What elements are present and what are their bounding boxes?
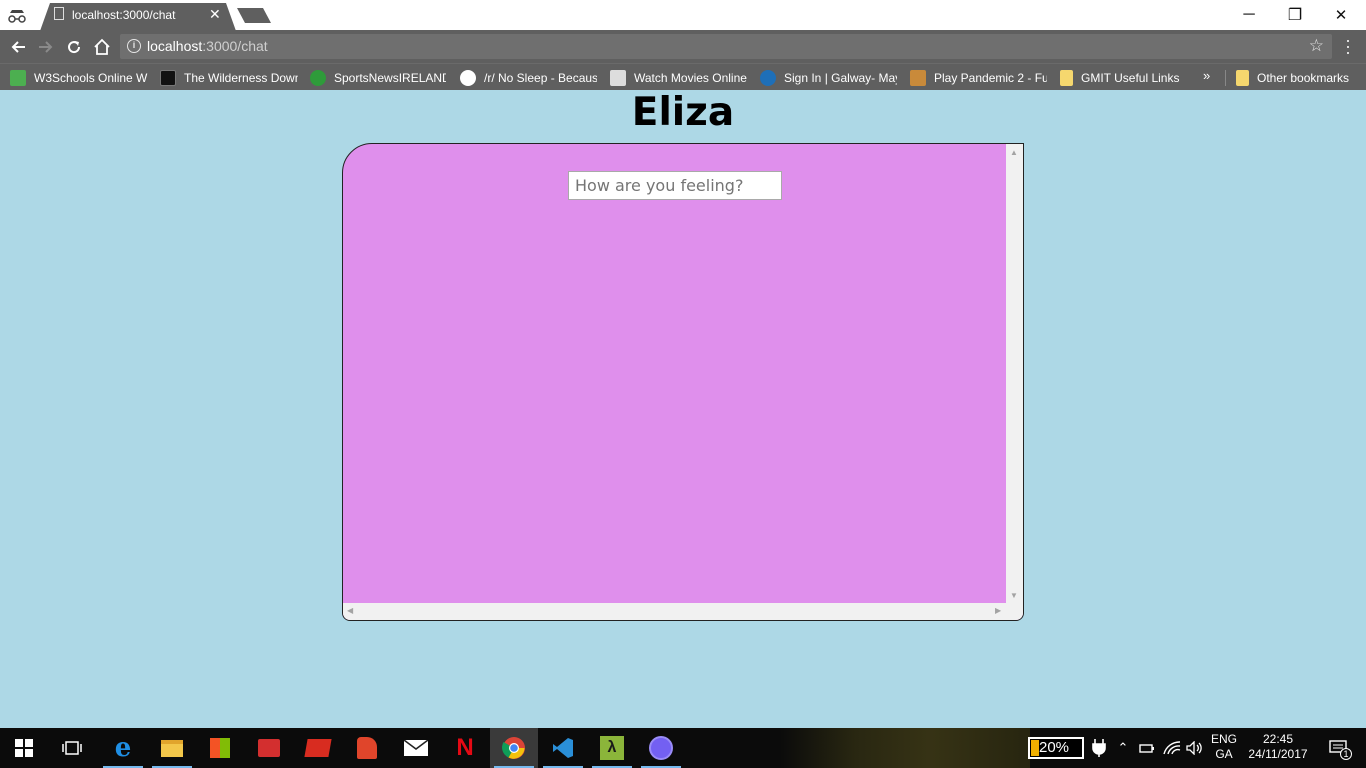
sportsnews-icon: [310, 70, 326, 86]
viber-icon: [649, 736, 673, 760]
redis-icon: [304, 739, 332, 757]
scroll-down-icon[interactable]: ▼: [1010, 591, 1018, 600]
reddit-icon: [460, 70, 476, 86]
minimize-button[interactable]: ─: [1226, 0, 1272, 30]
vertical-scrollbar[interactable]: ▲ ▼: [1006, 144, 1023, 604]
start-button[interactable]: [0, 728, 48, 768]
power-plug-icon[interactable]: [1088, 728, 1110, 768]
scroll-right-icon[interactable]: ▶: [995, 606, 1001, 615]
back-arrow-icon: [11, 41, 25, 53]
reload-icon: [68, 41, 81, 54]
tab-title: localhost:3000/chat: [72, 8, 176, 22]
bookmark-w3schools[interactable]: W3Schools Online W: [10, 69, 150, 87]
page-favicon-icon: [54, 7, 64, 20]
horizontal-scrollbar[interactable]: ◀ ▶: [343, 603, 1023, 620]
other-bookmarks-folder[interactable]: Other bookmarks: [1236, 69, 1358, 87]
forward-arrow-icon: [39, 41, 53, 53]
task-view-icon: [62, 741, 82, 755]
bookmark-nosleep[interactable]: /r/ No Sleep - Becaus: [460, 69, 597, 87]
page-title: Eliza: [631, 90, 735, 135]
home-icon: [94, 38, 110, 55]
back-button[interactable]: [5, 34, 31, 60]
bookmark-pandemic[interactable]: Play Pandemic 2 - Fu: [910, 69, 1047, 87]
app-taskbar-item[interactable]: [343, 728, 391, 768]
store-taskbar-item[interactable]: [196, 728, 244, 768]
notification-count: 1: [1340, 748, 1352, 760]
lambda-app-icon: λ: [600, 736, 624, 760]
tab-close-icon[interactable]: ✕: [209, 6, 221, 22]
lambda-app-taskbar-item[interactable]: λ: [588, 728, 636, 768]
start-icon: [15, 739, 33, 757]
mail-icon: [404, 740, 428, 756]
bookmark-wilderness[interactable]: The Wilderness Down: [160, 69, 298, 87]
pandemic-icon: [910, 70, 926, 86]
address-bar[interactable]: i localhost:3000/chat ☆: [120, 34, 1332, 59]
tab-strip: localhost:3000/chat ✕ ─ ❐ ✕: [0, 0, 1366, 31]
folder-icon: [1236, 70, 1249, 86]
action-center-button[interactable]: 1: [1318, 728, 1358, 768]
folder-icon: [1060, 70, 1073, 86]
bookmarks-divider: [1225, 70, 1226, 86]
incognito-icon: [6, 6, 28, 24]
viber-taskbar-item[interactable]: [637, 728, 685, 768]
netflix-taskbar-item[interactable]: N: [441, 728, 489, 768]
bookmarks-bar: W3Schools Online W The Wilderness Down S…: [0, 63, 1366, 90]
tv-icon: [610, 70, 626, 86]
mail-taskbar-item[interactable]: [392, 728, 440, 768]
reader-icon: [258, 739, 280, 757]
file-explorer-icon: [161, 739, 183, 757]
home-button[interactable]: [89, 34, 115, 60]
battery-indicator[interactable]: 20%: [1028, 737, 1084, 759]
url-text[interactable]: localhost:3000/chat: [147, 38, 268, 54]
w3schools-icon: [10, 70, 26, 86]
netflix-icon: N: [456, 734, 474, 761]
wilderness-icon: [160, 70, 176, 86]
chrome-taskbar-item[interactable]: [490, 728, 538, 768]
clock[interactable]: 22:45 24/11/2017: [1244, 732, 1312, 762]
windows-taskbar: e N λ 20% ⌃ ENG GA 22:45 24/11/2017 1: [0, 728, 1366, 768]
restore-button[interactable]: ❐: [1272, 0, 1318, 30]
reader-taskbar-item[interactable]: [245, 728, 293, 768]
bookmark-galway-signin[interactable]: Sign In | Galway- May: [760, 69, 897, 87]
close-window-button[interactable]: ✕: [1318, 0, 1364, 30]
chrome-icon: [502, 737, 525, 759]
edge-icon: e: [114, 733, 132, 763]
more-bookmarks-icon[interactable]: »: [1203, 68, 1210, 83]
app-icon: [357, 737, 377, 759]
volume-icon[interactable]: [1184, 728, 1206, 768]
feeling-input[interactable]: [568, 171, 782, 200]
bookmark-sportsnews[interactable]: SportsNewsIRELAND: [310, 69, 446, 87]
wifi-icon[interactable]: [1160, 728, 1184, 768]
store-icon: [210, 738, 230, 758]
reload-button[interactable]: [61, 34, 87, 60]
forward-button[interactable]: [33, 34, 59, 60]
show-hidden-icons-chevron-up-icon[interactable]: ⌃: [1112, 728, 1134, 768]
gmit-icon: [760, 70, 776, 86]
vscode-taskbar-item[interactable]: [539, 728, 587, 768]
browser-toolbar: i localhost:3000/chat ☆: [0, 30, 1366, 63]
task-view-button[interactable]: [48, 728, 96, 768]
scroll-up-icon[interactable]: ▲: [1010, 148, 1018, 157]
bookmark-folder-gmit[interactable]: GMIT Useful Links: [1060, 69, 1200, 87]
bookmark-star-icon[interactable]: ☆: [1309, 36, 1324, 56]
taskbar-background: [780, 728, 1030, 768]
input-language[interactable]: ENG GA: [1208, 732, 1240, 762]
new-tab-button[interactable]: [237, 8, 271, 23]
info-icon[interactable]: i: [127, 39, 141, 53]
redis-taskbar-item[interactable]: [294, 728, 342, 768]
browser-menu-icon[interactable]: · · ·: [1340, 31, 1356, 61]
battery-status-icon[interactable]: [1136, 728, 1158, 768]
battery-level-fill: [1031, 740, 1039, 756]
vscode-icon: [553, 738, 573, 758]
chat-container: ▲ ▼ ◀ ▶: [342, 143, 1024, 621]
scroll-left-icon[interactable]: ◀: [347, 606, 353, 615]
bookmark-watch-movies[interactable]: Watch Movies Online: [610, 69, 747, 87]
file-explorer-taskbar-item[interactable]: [148, 728, 196, 768]
edge-taskbar-item[interactable]: e: [99, 728, 147, 768]
